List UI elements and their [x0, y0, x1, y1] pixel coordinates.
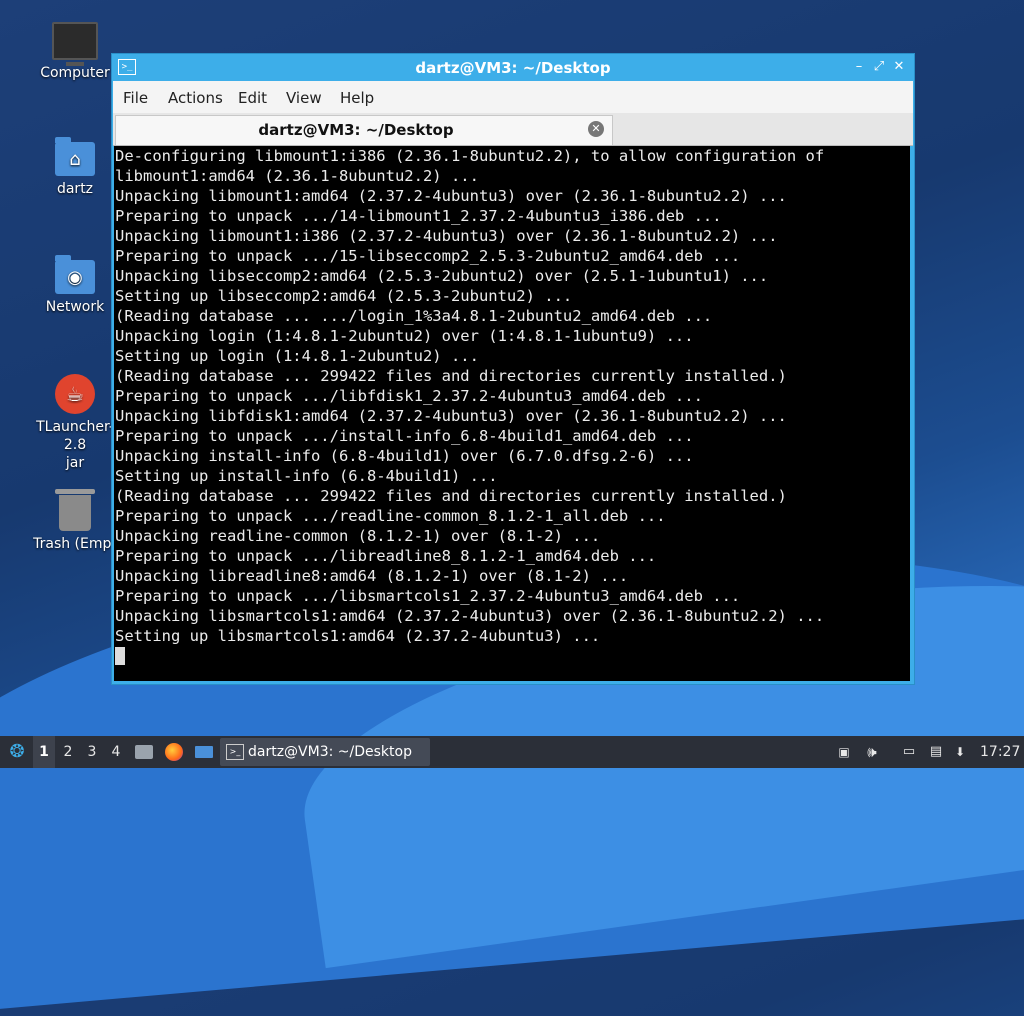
tab-terminal[interactable]: dartz@VM3: ~/Desktop ✕ [115, 115, 613, 145]
file-manager-icon[interactable] [132, 736, 156, 768]
terminal-cursor [115, 647, 125, 665]
window-titlebar[interactable]: >_ dartz@VM3: ~/Desktop – ⤢ ✕ [112, 54, 914, 81]
menu-bar: File Actions Edit View Help [113, 81, 913, 113]
terminal-line: Preparing to unpack .../libreadline8_8.1… [115, 547, 657, 565]
workspace-4[interactable]: 4 [105, 736, 127, 768]
desktop-icon-label: dartz [56, 181, 94, 197]
trash-icon [55, 489, 95, 531]
desktop-icon-label: Trash (Empt [33, 536, 117, 552]
terminal-icon: >_ [226, 744, 244, 760]
terminal-line: Preparing to unpack .../readline-common_… [115, 507, 666, 525]
terminal-line: (Reading database ... 299422 files and d… [115, 367, 787, 385]
menu-actions[interactable]: Actions [168, 89, 223, 107]
menu-help[interactable]: Help [340, 89, 374, 107]
tab-close-icon[interactable]: ✕ [588, 121, 604, 137]
clock[interactable]: 17:27 [980, 736, 1020, 768]
maximize-button[interactable]: ⤢ [870, 58, 888, 76]
show-desktop-icon[interactable] [192, 736, 216, 768]
terminal-line: Unpacking libmount1:i386 (2.37.2-4ubuntu… [115, 227, 778, 245]
volume-icon[interactable]: 🕪 [862, 736, 882, 768]
terminal-line: (Reading database ... .../login_1%3a4.8.… [115, 307, 713, 325]
minimize-button[interactable]: – [850, 58, 868, 76]
terminal-line: Unpacking libfdisk1:amd64 (2.37.2-4ubunt… [115, 407, 787, 425]
menu-file[interactable]: File [123, 89, 148, 107]
clipboard-icon[interactable]: ▣ [834, 736, 854, 768]
terminal-line: Unpacking libseccomp2:amd64 (2.5.3-2ubun… [115, 267, 769, 285]
desktop-icon-network[interactable]: ◉ Network [25, 255, 125, 316]
terminal-line: Setting up install-info (6.8-4build1) ..… [115, 467, 498, 485]
desktop-icon-label: jar [65, 455, 85, 471]
terminal-output[interactable]: De-configuring libmount1:i386 (2.36.1-8u… [114, 146, 910, 681]
terminal-line: (Reading database ... 299422 files and d… [115, 487, 787, 505]
updates-icon[interactable]: ⬇ [950, 736, 970, 768]
app-launcher-icon[interactable]: ❂ [4, 736, 30, 768]
notes-icon[interactable]: ▤ [926, 736, 946, 768]
workspace-1[interactable]: 1 [33, 736, 55, 768]
tab-bar: dartz@VM3: ~/Desktop ✕ [113, 113, 913, 146]
terminal-line: Unpacking readline-common (8.1.2-1) over… [115, 527, 601, 545]
menu-edit[interactable]: Edit [238, 89, 267, 107]
close-button[interactable]: ✕ [890, 58, 908, 76]
terminal-line: Setting up login (1:4.8.1-2ubuntu2) ... [115, 347, 479, 365]
taskbar-window-label: dartz@VM3: ~/Desktop [248, 744, 412, 760]
desktop-icon-tlauncher[interactable]: ☕ TLauncher-2.8 jar [25, 374, 125, 472]
desktop-icon-label: Computer [40, 65, 110, 81]
terminal-line: Unpacking libreadline8:amd64 (8.1.2-1) o… [115, 567, 629, 585]
terminal-line: Preparing to unpack .../libsmartcols1_2.… [115, 587, 741, 605]
terminal-window[interactable]: >_ dartz@VM3: ~/Desktop – ⤢ ✕ File Actio… [111, 53, 915, 685]
tab-title: dartz@VM3: ~/Desktop [258, 121, 454, 139]
workspace-2[interactable]: 2 [57, 736, 79, 768]
network-icon[interactable]: ▭ [898, 736, 920, 768]
terminal-line: De-configuring libmount1:i386 (2.36.1-8u… [115, 147, 825, 165]
terminal-line: Preparing to unpack .../14-libmount1_2.3… [115, 207, 722, 225]
terminal-line: libmount1:amd64 (2.36.1-8ubuntu2.2) ... [115, 167, 479, 185]
java-jar-icon: ☕ [55, 374, 95, 414]
terminal-line: Unpacking libmount1:amd64 (2.37.2-4ubunt… [115, 187, 787, 205]
desktop-icon-trash[interactable]: Trash (Empt [25, 489, 125, 553]
network-folder-icon: ◉ [55, 255, 95, 294]
desktop-icon-dartz[interactable]: ⌂ dartz [25, 137, 125, 198]
menu-view[interactable]: View [286, 89, 322, 107]
terminal-line: Setting up libsmartcols1:amd64 (2.37.2-4… [115, 627, 601, 645]
terminal-line: Unpacking install-info (6.8-4build1) ove… [115, 447, 694, 465]
workspace-3[interactable]: 3 [81, 736, 103, 768]
window-title: dartz@VM3: ~/Desktop [415, 59, 611, 77]
firefox-icon[interactable] [162, 736, 186, 768]
taskbar-window-terminal[interactable]: >_ dartz@VM3: ~/Desktop [220, 738, 430, 766]
terminal-line: Setting up libseccomp2:amd64 (2.5.3-2ubu… [115, 287, 573, 305]
home-folder-icon: ⌂ [55, 137, 95, 176]
desktop-icon-computer[interactable]: Computer [25, 22, 125, 82]
taskbar: ❂ 1 2 3 4 >_ dartz@VM3: ~/Desktop ▣ 🕪 ▭ … [0, 736, 1024, 768]
computer-icon [52, 22, 98, 66]
desktop-icon-label: TLauncher-2.8 [36, 419, 114, 453]
terminal-line: Unpacking libsmartcols1:amd64 (2.37.2-4u… [115, 607, 825, 625]
terminal-line: Unpacking login (1:4.8.1-2ubuntu2) over … [115, 327, 694, 345]
terminal-line: Preparing to unpack .../15-libseccomp2_2… [115, 247, 741, 265]
desktop-icon-label: Network [45, 299, 105, 315]
terminal-line: Preparing to unpack .../libfdisk1_2.37.2… [115, 387, 703, 405]
terminal-line: Preparing to unpack .../install-info_6.8… [115, 427, 694, 445]
